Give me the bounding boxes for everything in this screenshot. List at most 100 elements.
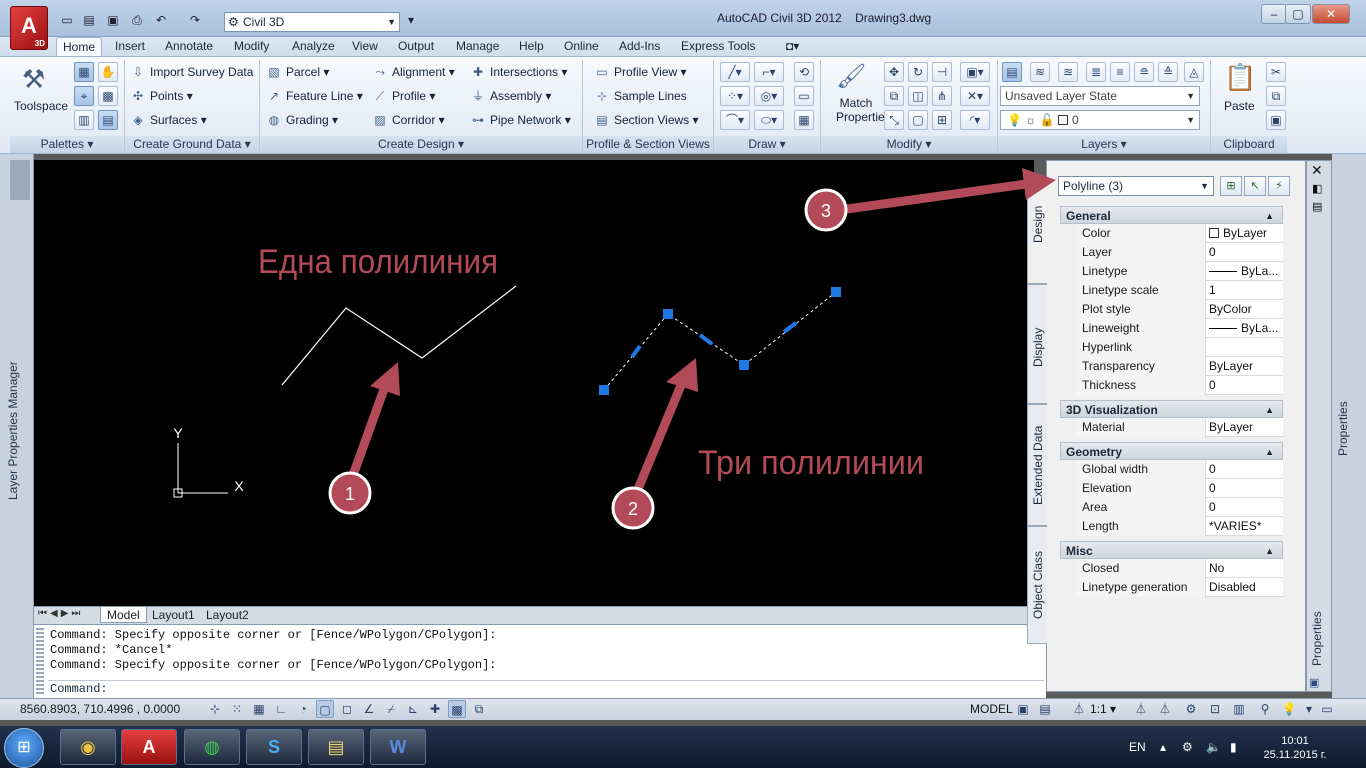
layer-properties-icon[interactable]: ▤ (1002, 62, 1022, 82)
save-icon[interactable]: ▣ (104, 12, 122, 28)
trim-icon[interactable]: ⊣ (932, 62, 952, 82)
tab-express-tools[interactable]: Express Tools (675, 37, 761, 57)
dynamic-ucs-icon[interactable]: ⌿ (382, 700, 400, 718)
tab-annotate[interactable]: Annotate (159, 37, 219, 57)
close-button[interactable]: ✕ (1312, 4, 1350, 24)
command-grip-handle[interactable] (36, 628, 44, 694)
layer-isolate-icon[interactable]: ≡ (1110, 62, 1130, 82)
start-button[interactable]: ⊞ (4, 728, 44, 768)
stretch-icon[interactable]: ⤡ (884, 110, 904, 130)
section-views-button[interactable]: ▤ Section Views ▾ (594, 110, 698, 130)
open-icon[interactable]: ▤ (80, 12, 98, 28)
feature-line-button[interactable]: ↗ Feature Line ▾ (266, 86, 363, 106)
toolbox-icon[interactable]: ▩ (98, 86, 118, 106)
explode-icon[interactable]: ✕▾ (960, 86, 990, 106)
paste-button[interactable]: Paste (1224, 96, 1255, 116)
snap-mode-icon[interactable]: ⁙ (228, 700, 246, 718)
panel-modify-label[interactable]: Modify ▾ (821, 136, 997, 153)
tab-analyze[interactable]: Analyze (286, 37, 341, 57)
layer-freeze-icon[interactable]: ≘ (1134, 62, 1154, 82)
property-value[interactable]: *VARIES* (1207, 517, 1283, 536)
palette-menu-icon[interactable]: ▤ (1312, 200, 1322, 213)
model-space-button[interactable]: MODEL (968, 700, 1015, 718)
panel-clipboard-label[interactable]: Clipboard (1211, 136, 1287, 153)
layout-nav-arrows-icon[interactable]: ⏮◀▶⏭ (38, 608, 83, 619)
coordinates-readout[interactable]: 8560.8903, 710.4996 , 0.0000 (20, 702, 180, 716)
grip-vertex[interactable] (599, 385, 609, 395)
fillet-icon[interactable]: ◜▾ (960, 110, 990, 130)
clipboard-icon[interactable]: 📋 (1224, 62, 1256, 93)
properties-palette-icon[interactable]: ▤ (98, 110, 118, 130)
property-value[interactable]: No (1207, 559, 1283, 578)
grip-midpoint[interactable] (630, 344, 642, 359)
erase-icon[interactable]: ▣▾ (960, 62, 990, 82)
toolbar-lock-icon[interactable]: ⊡ (1206, 700, 1224, 718)
infer-constraints-icon[interactable]: ⊹ (206, 700, 224, 718)
auto-scale-icon[interactable]: ⏃ (1156, 700, 1174, 718)
battery-icon[interactable]: ▮ (1230, 740, 1237, 754)
property-row[interactable]: Area 0 (1076, 498, 1283, 517)
property-row[interactable]: Linetype ByLa... (1076, 262, 1283, 281)
layer-match-icon[interactable]: ◬ (1184, 62, 1204, 82)
property-row[interactable]: Hyperlink (1076, 338, 1283, 357)
explorer-taskbar-icon[interactable]: ▤ (308, 729, 364, 765)
property-value[interactable]: ByLayer (1207, 224, 1283, 243)
tray-network-icon[interactable]: ⚙ (1182, 740, 1193, 754)
property-value[interactable]: 0 (1207, 243, 1283, 262)
annotation-scale-icon[interactable]: ⏃ (1070, 700, 1088, 718)
array-icon[interactable]: ⊞ (932, 110, 952, 130)
polar-tracking-icon[interactable]: ◔ (294, 700, 312, 718)
grading-button[interactable]: ◍ Grading ▾ (266, 110, 338, 130)
panel-profile-label[interactable]: Profile & Section Views (583, 136, 713, 153)
tab-layout1[interactable]: Layout1 (146, 607, 201, 623)
quick-view-layouts-icon[interactable]: ▣ (1014, 700, 1032, 718)
arc-icon[interactable]: ⌒▾ (720, 110, 750, 130)
toolspace-icon[interactable]: ⚒ (22, 64, 45, 95)
property-value[interactable] (1207, 338, 1283, 357)
rectangle-icon[interactable]: ▭ (794, 86, 814, 106)
property-value[interactable]: ByColor (1207, 300, 1283, 319)
undo-icon[interactable]: ↶ (152, 12, 170, 28)
new-icon[interactable]: ▭ (58, 12, 76, 28)
alignment-button[interactable]: ⤳ Alignment ▾ (372, 62, 455, 82)
clean-screen-icon[interactable]: ▭ (1318, 700, 1336, 718)
tab-display[interactable]: Display (1027, 284, 1047, 404)
lineweight-toggle-icon[interactable]: ✚ (426, 700, 444, 718)
skype-taskbar-icon[interactable]: S (246, 729, 302, 765)
ribbon-minimize-icon[interactable]: ◘▾ (780, 37, 805, 57)
grip-vertex[interactable] (831, 287, 841, 297)
property-row[interactable]: Linetype scale 1 (1076, 281, 1283, 300)
copy-icon[interactable]: ⧉ (884, 86, 904, 106)
tray-expand-icon[interactable]: ▴ (1160, 740, 1166, 754)
grip-midpoint[interactable] (698, 333, 714, 346)
parcel-button[interactable]: ▧ Parcel ▾ (266, 62, 329, 82)
tab-object-class[interactable]: Object Class (1027, 526, 1047, 644)
tab-view[interactable]: View (346, 37, 384, 57)
move-tool-icon[interactable]: ✥ (884, 62, 904, 82)
property-value[interactable]: Disabled (1207, 578, 1283, 597)
palette-settings-icon[interactable]: ▣ (1309, 676, 1319, 689)
hand-icon[interactable]: ✋ (98, 62, 118, 82)
match-properties-icon[interactable]: 🖌 (836, 62, 866, 91)
category-general[interactable]: General ▲ (1060, 206, 1283, 224)
tab-model[interactable]: Model (100, 607, 147, 623)
quick-view-drawings-icon[interactable]: ▤ (1036, 700, 1054, 718)
move-icon[interactable]: ⟲ (794, 62, 814, 82)
mirror-line-icon[interactable]: ⋔ (932, 86, 952, 106)
import-survey-data-button[interactable]: ⇩ Import Survey Data (130, 62, 253, 82)
application-menu-button[interactable]: A 3D (10, 6, 48, 50)
property-value[interactable]: 0 (1207, 376, 1283, 395)
point-icon[interactable]: ⁘▾ (720, 86, 750, 106)
hatch-icon[interactable]: ▦ (794, 110, 814, 130)
layer-off-icon[interactable]: ≣ (1086, 62, 1106, 82)
ortho-mode-icon[interactable]: ∟ (272, 700, 290, 718)
property-value[interactable]: 0 (1207, 460, 1283, 479)
annotation-visibility-icon[interactable]: ⏃ (1132, 700, 1150, 718)
grip-vertex[interactable] (663, 309, 673, 319)
corridor-button[interactable]: ▨ Corridor ▾ (372, 110, 444, 130)
survey-icon[interactable]: ⌖ (74, 86, 94, 106)
category-geometry[interactable]: Geometry ▲ (1060, 442, 1283, 460)
panel-layers-label[interactable]: Layers ▾ (998, 136, 1210, 153)
grip-midpoint[interactable] (782, 321, 798, 334)
property-row[interactable]: Layer 0 (1076, 243, 1283, 262)
